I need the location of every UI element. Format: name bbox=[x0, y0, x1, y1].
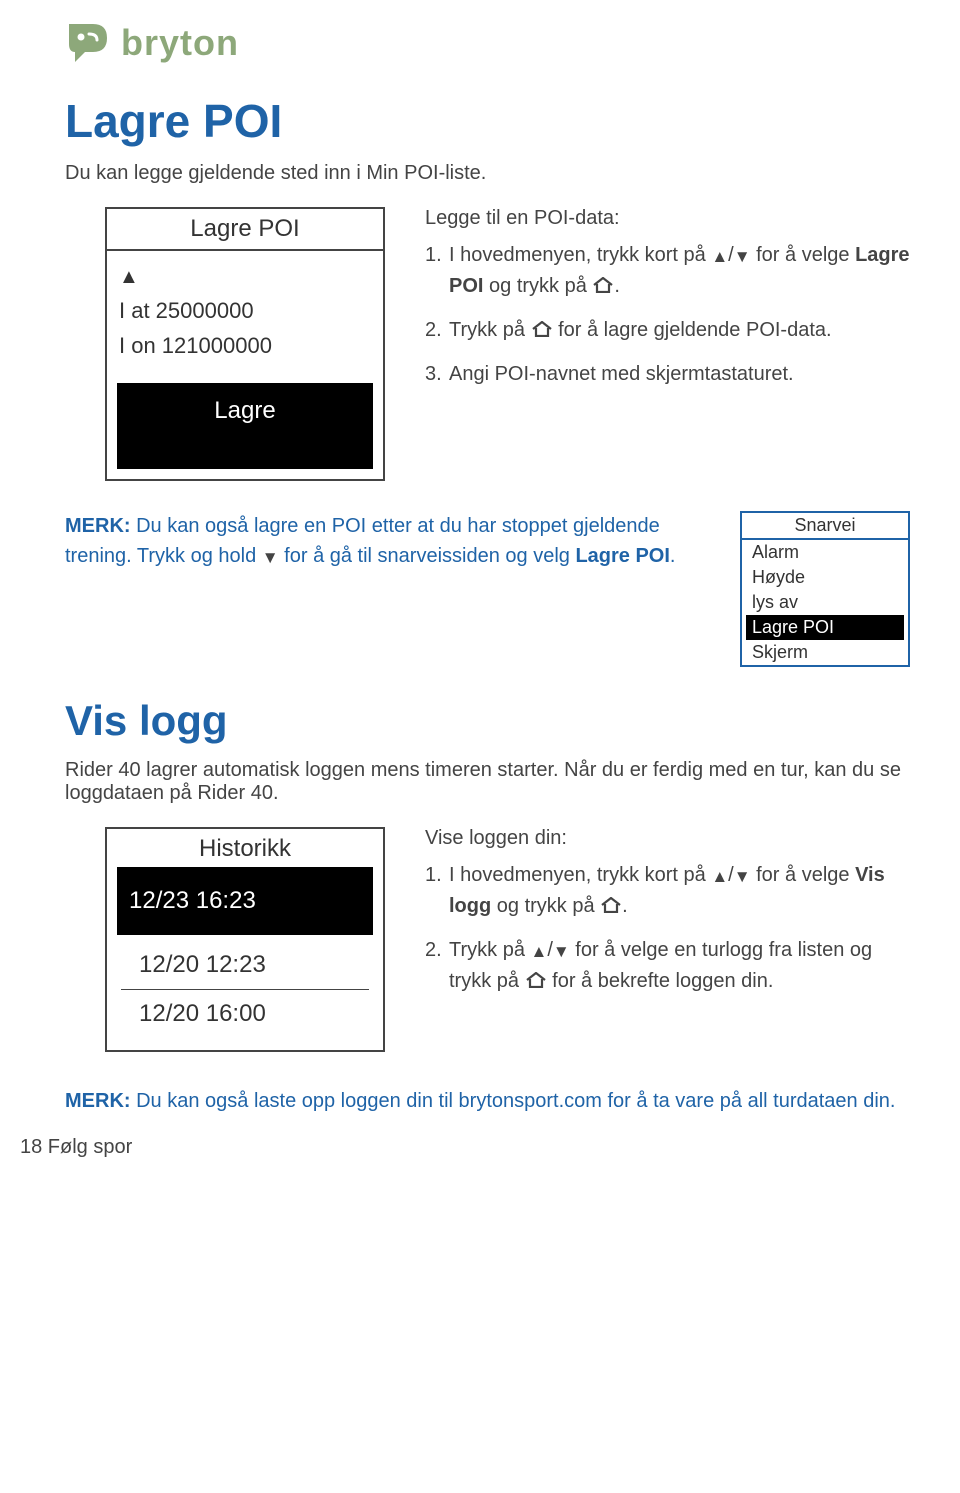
history-row-selected: 12/23 16:23 bbox=[117, 867, 373, 935]
intro-text-2: Rider 40 lagrer automatisk loggen mens t… bbox=[65, 759, 910, 805]
snarvei-item: lys av bbox=[742, 590, 908, 615]
intro-text-1: Du kan legge gjeldende sted inn i Min PO… bbox=[65, 162, 910, 185]
note-1-text: MERK: Du kan også lagre en POI etter at … bbox=[65, 511, 700, 572]
device-screen-lagre-poi: Lagre POI ▲ I at 25000000 I on 121000000… bbox=[105, 207, 385, 481]
step-1-3: 3. Angi POI-navnet med skjermtastaturet. bbox=[425, 359, 910, 389]
note-2: MERK: Du kan også laste opp loggen din t… bbox=[65, 1086, 910, 1116]
home-icon bbox=[525, 972, 547, 988]
snarvei-item: Alarm bbox=[742, 540, 908, 565]
device-line-lat: I at 25000000 bbox=[119, 293, 371, 328]
section2-row: Historikk 12/23 16:23 12/20 12:23 12/20 … bbox=[65, 827, 910, 1052]
mini-title: Snarvei bbox=[742, 513, 908, 540]
brand-logo: bryton bbox=[65, 20, 910, 66]
down-triangle-icon bbox=[553, 936, 570, 966]
device-screen-historikk: Historikk 12/23 16:23 12/20 12:23 12/20 … bbox=[105, 827, 385, 1052]
device-screen-snarvei: Snarvei AlarmHøydelys avLagre POISkjerm bbox=[740, 511, 910, 667]
brand-name: bryton bbox=[121, 22, 239, 64]
up-triangle-icon bbox=[531, 936, 548, 966]
snarvei-item: Høyde bbox=[742, 565, 908, 590]
snarvei-item: Lagre POI bbox=[746, 615, 904, 640]
section-heading-2: Vis logg bbox=[65, 697, 910, 745]
home-icon bbox=[592, 277, 614, 293]
history-row: 12/20 16:00 bbox=[121, 990, 369, 1038]
up-triangle-icon bbox=[711, 861, 728, 891]
logo-mark-icon bbox=[65, 20, 111, 66]
steps1-lead: Legge til en POI-data: bbox=[425, 207, 910, 230]
down-triangle-icon bbox=[734, 241, 751, 271]
note-1-row: MERK: Du kan også lagre en POI etter at … bbox=[65, 511, 910, 667]
step-2-1: 1. I hovedmenyen, trykk kort på / for å … bbox=[425, 860, 910, 921]
section-heading-1: Lagre POI bbox=[65, 94, 910, 148]
snarvei-item: Skjerm bbox=[742, 640, 908, 665]
step-1-2: 2. Trykk på for å lagre gjeldende POI-da… bbox=[425, 315, 910, 345]
device-title: Lagre POI bbox=[107, 209, 383, 251]
steps2-lead: Vise loggen din: bbox=[425, 827, 910, 850]
device-body: ▲ I at 25000000 I on 121000000 bbox=[107, 251, 383, 373]
device-lagre-button: Lagre bbox=[117, 383, 373, 469]
down-triangle-icon bbox=[734, 861, 751, 891]
steps-1: Legge til en POI-data: 1. I hovedmenyen,… bbox=[425, 207, 910, 403]
steps-2: Vise loggen din: 1. I hovedmenyen, trykk… bbox=[425, 827, 910, 1010]
down-triangle-icon bbox=[262, 542, 279, 572]
step-1-1: 1. I hovedmenyen, trykk kort på / for å … bbox=[425, 240, 910, 301]
up-arrow-icon: ▲ bbox=[119, 261, 371, 293]
device-line-lon: I on 121000000 bbox=[119, 328, 371, 363]
home-icon bbox=[531, 321, 553, 337]
section1-row: Lagre POI ▲ I at 25000000 I on 121000000… bbox=[65, 207, 910, 481]
step-2-2: 2. Trykk på / for å velge en turlogg fra… bbox=[425, 935, 910, 996]
home-icon bbox=[600, 897, 622, 913]
history-row: 12/20 12:23 bbox=[121, 941, 369, 990]
up-triangle-icon bbox=[711, 241, 728, 271]
page-footer: 18 Følg spor bbox=[20, 1136, 910, 1159]
device2-title: Historikk bbox=[107, 829, 383, 867]
